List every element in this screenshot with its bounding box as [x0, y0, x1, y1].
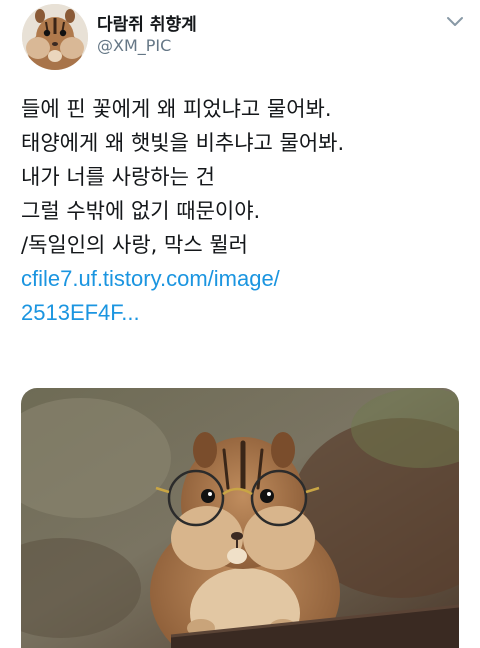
tweet-line: 내가 너를 사랑하는 건: [21, 165, 215, 189]
chipmunk-with-glasses-photo: [21, 388, 459, 648]
display-name[interactable]: 다람쥐 취향계: [97, 10, 197, 35]
tweet-media-photo[interactable]: [21, 388, 459, 648]
tweet-menu-button[interactable]: [440, 10, 470, 34]
tweet-line: 태양에게 왜 햇빛을 비추냐고 물어봐.: [21, 131, 345, 155]
tweet-header: 다람쥐 취향계 @XM_PIC: [0, 0, 480, 80]
tweet-link[interactable]: cfile7.uf.tistory.com/image/: [21, 262, 461, 296]
tweet-text: 들에 핀 꽃에게 왜 피었냐고 물어봐. 태양에게 왜 햇빛을 비추냐고 물어봐…: [21, 92, 461, 330]
chipmunk-avatar-icon: [22, 4, 88, 70]
chevron-down-icon: [447, 17, 463, 26]
tweet-link-continued[interactable]: 2513EF4F...: [21, 296, 461, 330]
tweet-line: /독일인의 사랑, 막스 뮐러: [21, 233, 248, 257]
avatar[interactable]: [22, 4, 88, 70]
tweet-line: 들에 핀 꽃에게 왜 피었냐고 물어봐.: [21, 97, 332, 121]
tweet-line: 그럴 수밖에 없기 때문이야.: [21, 199, 261, 223]
user-handle[interactable]: @XM_PIC: [97, 36, 171, 55]
